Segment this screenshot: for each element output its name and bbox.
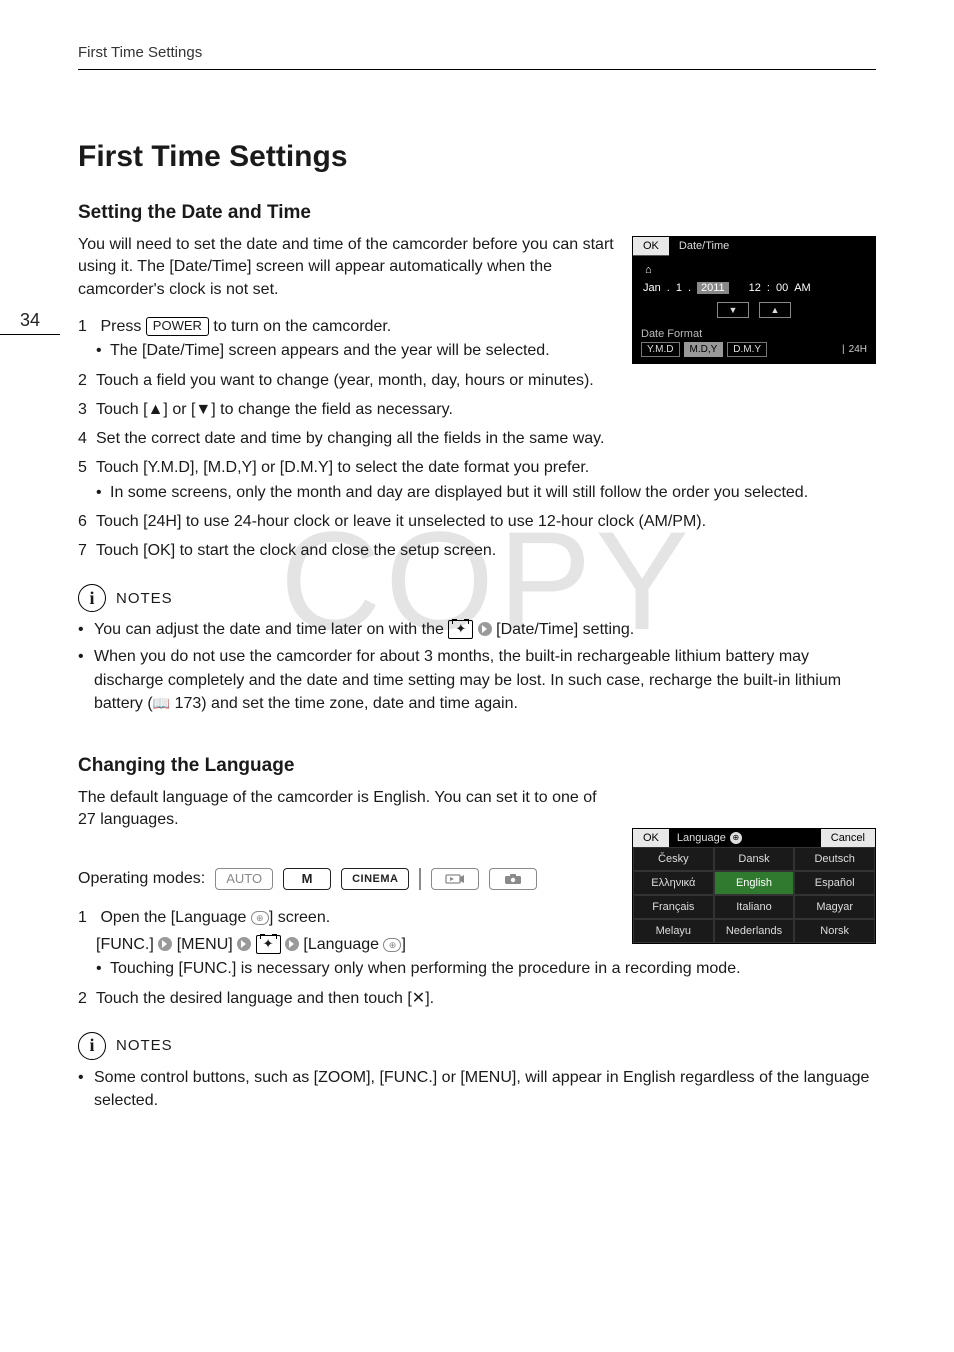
- lang-option[interactable]: Melayu: [633, 919, 714, 943]
- dt-title: Date/Time: [669, 237, 739, 256]
- intro-language: The default language of the camcorder is…: [78, 787, 598, 832]
- running-head: First Time Settings: [78, 44, 876, 70]
- notes-label-2: NOTES: [116, 1037, 173, 1054]
- lang-option[interactable]: English: [714, 871, 795, 895]
- lang-option[interactable]: Nederlands: [714, 919, 795, 943]
- dt-up-button[interactable]: ▲: [759, 302, 791, 318]
- step1-post: to turn on the camcorder.: [209, 318, 391, 335]
- info-icon: i: [78, 1032, 106, 1060]
- book-icon: 📖: [153, 695, 170, 711]
- step6: Touch [24H] to use 24-hour clock or leav…: [96, 513, 706, 530]
- dt-hour[interactable]: 12: [749, 282, 761, 294]
- step1-pre: Press: [100, 318, 145, 335]
- step4: Set the correct date and time by changin…: [96, 430, 604, 447]
- lang-option[interactable]: Español: [794, 871, 875, 895]
- note2-page: 173: [175, 695, 202, 712]
- note1-pre: You can adjust the date and time later o…: [94, 621, 448, 638]
- page-number-rule: [0, 334, 60, 335]
- mode-playback-icon: [431, 868, 479, 890]
- lang-step1-post: ] screen.: [269, 909, 330, 926]
- page-number: 34: [0, 310, 60, 331]
- lang-step1-sub: Touching [FUNC.] is necessary only when …: [78, 958, 876, 980]
- dt-month[interactable]: Jan: [643, 282, 661, 294]
- step2: Touch a field you want to change (year, …: [96, 372, 594, 389]
- dt-ampm[interactable]: AM: [794, 282, 811, 294]
- dt-day[interactable]: 1: [676, 282, 682, 294]
- globe-icon-inline: ⊕: [251, 911, 269, 925]
- operating-modes-label: Operating modes:: [78, 870, 205, 888]
- chevron-icon: [158, 937, 172, 951]
- notes-language: Some control buttons, such as [ZOOM], [F…: [78, 1066, 876, 1112]
- mode-camera-icon: [489, 868, 537, 890]
- lang-option[interactable]: Français: [633, 895, 714, 919]
- mode-cinema: CINEMA: [341, 868, 409, 890]
- step5-sub: In some screens, only the month and day …: [78, 482, 876, 504]
- lang-note1: Some control buttons, such as [ZOOM], [F…: [78, 1066, 876, 1112]
- chevron-icon: [237, 937, 251, 951]
- heading-date-time: Setting the Date and Time: [78, 202, 876, 224]
- power-button-label: POWER: [146, 317, 209, 336]
- page-title: First Time Settings: [78, 140, 876, 174]
- info-icon: i: [78, 584, 106, 612]
- lang-option[interactable]: Italiano: [714, 895, 795, 919]
- wrench-icon: ✦: [256, 935, 281, 954]
- globe-icon-inline: ⊕: [383, 938, 401, 952]
- lang-option[interactable]: Deutsch: [794, 847, 875, 871]
- lang-ok-tab[interactable]: OK: [633, 829, 669, 847]
- step3: Touch [▲] or [▼] to change the field as …: [96, 401, 453, 418]
- screenshot-language: OK Language⊕ Cancel ČeskyDanskDeutsch Ελλ…: [632, 828, 876, 944]
- globe-icon: ⊕: [730, 832, 742, 844]
- dt-year[interactable]: 2011: [697, 282, 729, 294]
- steps-date-time: 1 Press POWER to turn on the camcorder. …: [78, 315, 876, 562]
- dt-ok-tab[interactable]: OK: [633, 237, 669, 256]
- lang-step2: Touch the desired language and then touc…: [96, 990, 434, 1007]
- dt-down-button[interactable]: ▼: [717, 302, 749, 318]
- lang-title: Language⊕: [669, 829, 821, 847]
- dt-date-line[interactable]: Jan . 1 . 2011 12 : 00 AM: [641, 278, 867, 298]
- notes-date-time: You can adjust the date and time later o…: [78, 618, 876, 715]
- home-icon: ⌂: [641, 262, 867, 278]
- dt-sep2: .: [688, 282, 691, 294]
- lang-option[interactable]: Dansk: [714, 847, 795, 871]
- chevron-icon: [285, 937, 299, 951]
- heading-language: Changing the Language: [78, 755, 876, 777]
- dt-colon: :: [767, 282, 770, 294]
- lang-option[interactable]: Norsk: [794, 919, 875, 943]
- lang-option[interactable]: Magyar: [794, 895, 875, 919]
- lang-step1-pre: Open the [Language: [100, 909, 250, 926]
- mode-separator: [419, 868, 421, 890]
- notes-label-1: NOTES: [116, 590, 173, 607]
- mode-auto: AUTO: [215, 868, 273, 890]
- lang-option[interactable]: Ελληνικά: [633, 871, 714, 895]
- step1-sub: The [Date/Time] screen appears and the y…: [78, 340, 876, 362]
- wrench-icon: ✦: [448, 620, 473, 639]
- mode-m: M: [283, 868, 331, 890]
- dt-min[interactable]: 00: [776, 282, 788, 294]
- lang-grid: ČeskyDanskDeutsch ΕλληνικάEnglishEspañol F…: [633, 847, 875, 943]
- intro-date-time: You will need to set the date and time o…: [78, 234, 618, 301]
- note2-b: ) and set the time zone, date and time a…: [201, 695, 518, 712]
- lang-cancel-tab[interactable]: Cancel: [821, 829, 875, 847]
- note1-post: [Date/Time] setting.: [496, 621, 634, 638]
- lang-option[interactable]: Česky: [633, 847, 714, 871]
- step5: Touch [Y.M.D], [M.D,Y] or [D.M.Y] to sel…: [96, 459, 589, 476]
- dt-sep1: .: [667, 282, 670, 294]
- chevron-icon: [478, 622, 492, 636]
- step7: Touch [OK] to start the clock and close …: [96, 542, 496, 559]
